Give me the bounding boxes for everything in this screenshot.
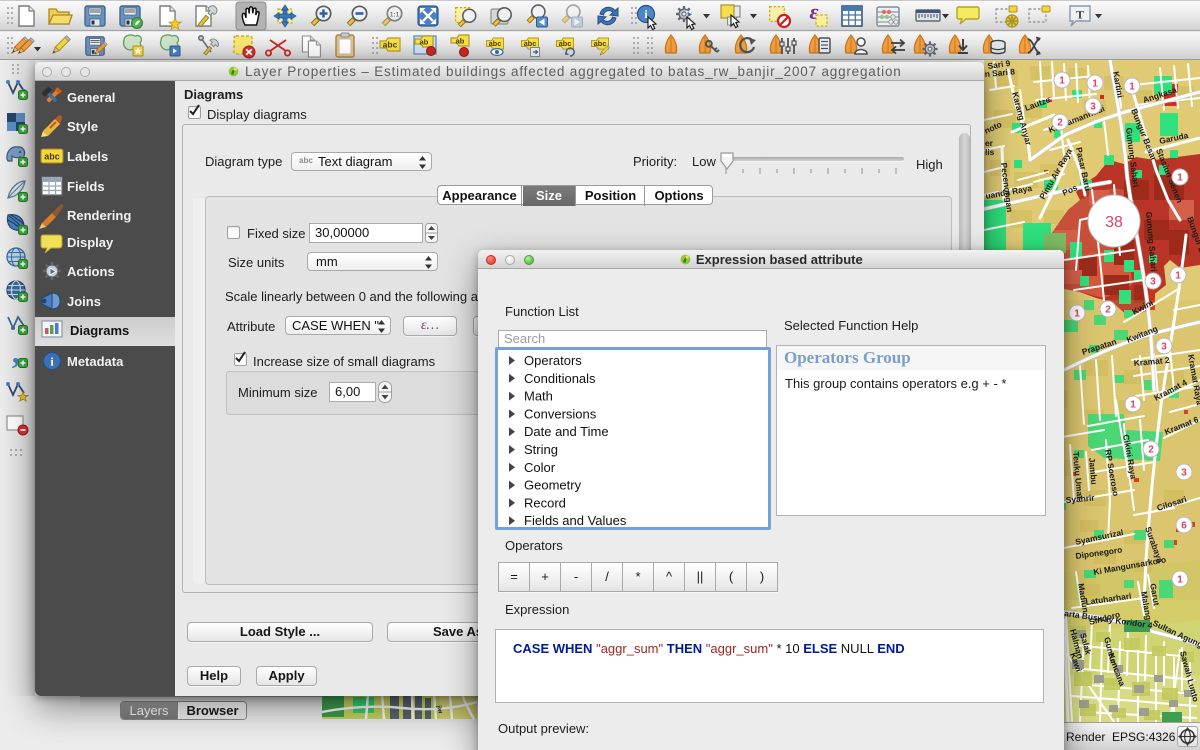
svg-text:3: 3 [1150, 277, 1156, 288]
svg-text:String: String [524, 442, 558, 457]
svg-text:1: 1 [1175, 271, 1181, 282]
svg-text:1:1: 1:1 [390, 12, 400, 19]
svg-text:abc: abc [44, 152, 60, 162]
svg-text:Operators: Operators [524, 353, 582, 368]
svg-text:Geometry: Geometry [524, 478, 582, 493]
svg-text:Math: Math [524, 389, 553, 404]
svg-text:3: 3 [1161, 342, 1167, 353]
svg-text:3: 3 [1090, 102, 1096, 113]
svg-text:Conversions: Conversions [524, 406, 597, 421]
svg-text:1: 1 [1092, 79, 1098, 90]
svg-text:2: 2 [1105, 305, 1111, 316]
svg-text:1: 1 [1059, 76, 1065, 87]
svg-text:3: 3 [1181, 468, 1187, 479]
svg-text:2: 2 [1148, 445, 1154, 456]
svg-text:T: T [1076, 8, 1084, 22]
svg-text:1: 1 [1074, 309, 1080, 320]
svg-text:Color: Color [524, 460, 556, 475]
svg-text:Fields and Values: Fields and Values [524, 513, 627, 527]
svg-text:Record: Record [524, 495, 566, 510]
svg-text:38: 38 [1105, 214, 1123, 231]
svg-text:1: 1 [1177, 173, 1183, 184]
svg-text:2: 2 [1057, 118, 1063, 129]
svg-text:6: 6 [1181, 521, 1187, 532]
svg-text:Conditionals: Conditionals [524, 371, 596, 386]
svg-text:1: 1 [1177, 575, 1183, 586]
svg-text:1: 1 [1130, 400, 1136, 411]
svg-text:Date and Time: Date and Time [524, 424, 609, 439]
svg-text:1: 1 [1129, 82, 1135, 93]
svg-text:lis: lis [985, 147, 995, 157]
